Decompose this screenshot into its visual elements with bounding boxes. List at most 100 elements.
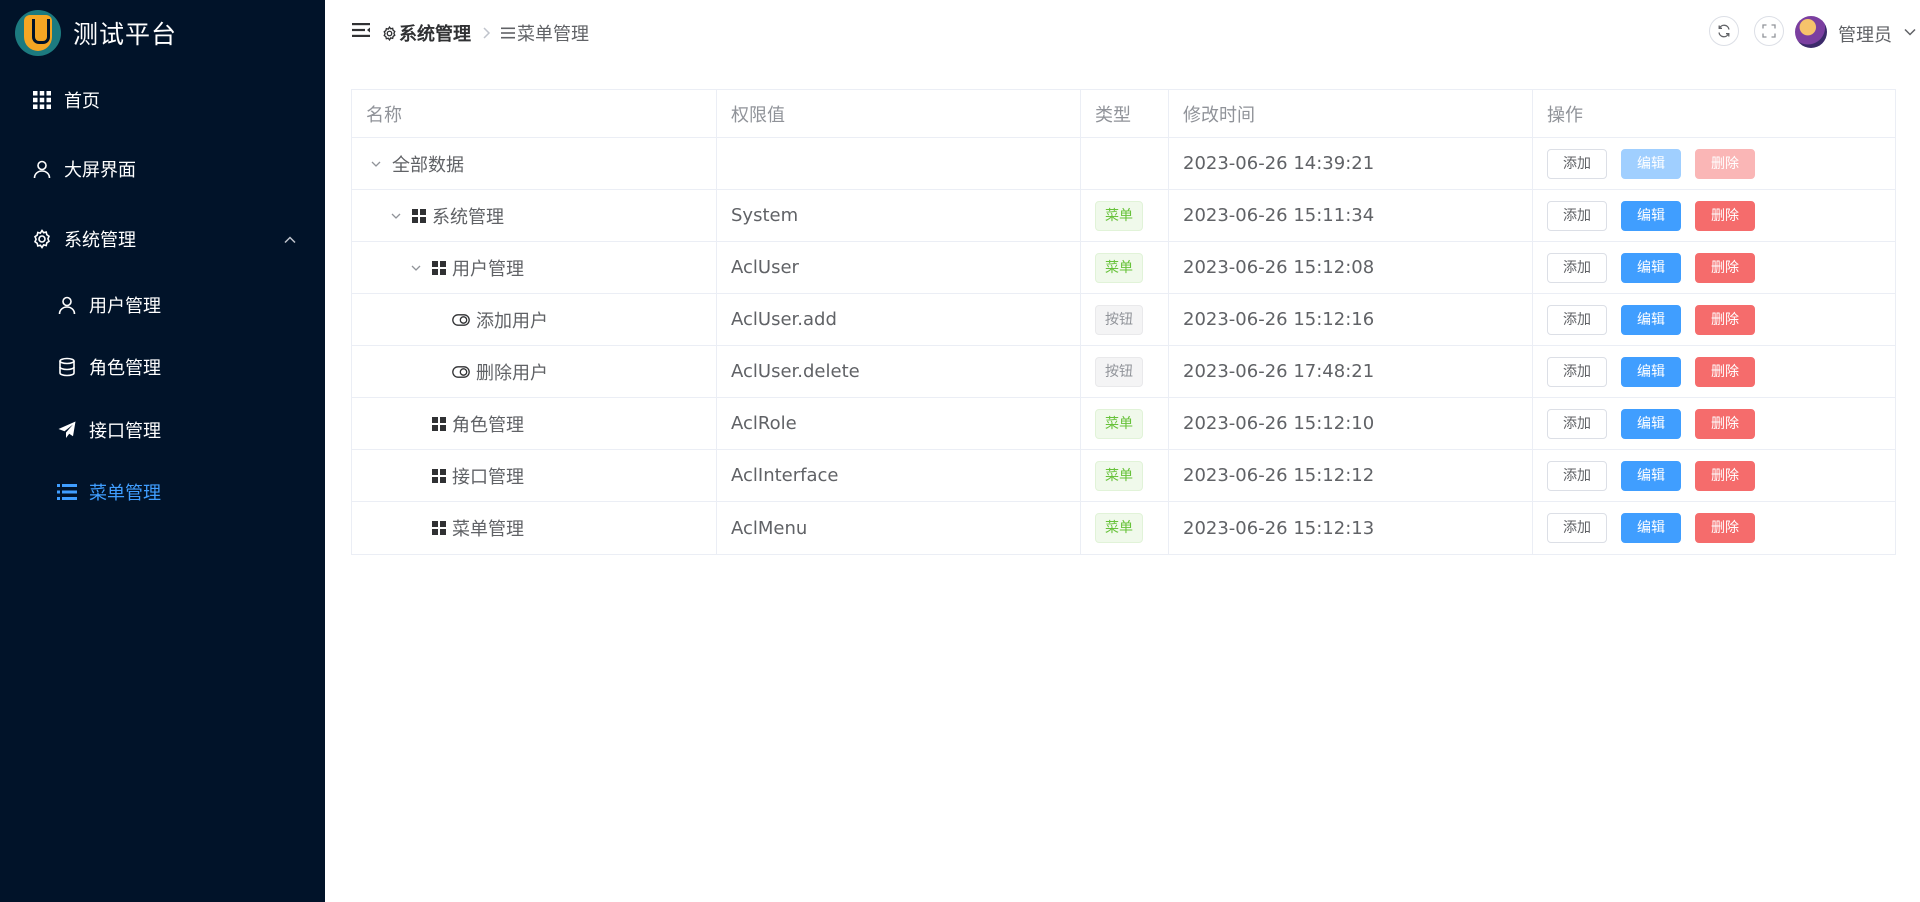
add-button[interactable]: 添加 bbox=[1547, 200, 1607, 231]
delete-button[interactable]: 删除 bbox=[1695, 200, 1755, 231]
sidebar-item-interfaces[interactable]: 接口管理 bbox=[0, 402, 325, 458]
gear-icon bbox=[382, 25, 397, 41]
row-name: 角色管理 bbox=[452, 414, 524, 436]
expand-chevron-icon[interactable] bbox=[406, 262, 426, 274]
add-button[interactable]: 添加 bbox=[1547, 408, 1607, 439]
actions-cell: 添加 编辑 删除 bbox=[1533, 502, 1895, 554]
add-button[interactable]: 添加 bbox=[1547, 460, 1607, 491]
table-row: 用户管理 AclUser 菜单 2023-06-26 15:12:08 添加 编… bbox=[352, 242, 1895, 294]
sidebar-item-roles[interactable]: 角色管理 bbox=[0, 339, 325, 395]
sidebar-item-dashboard[interactable]: 大屏界面 bbox=[0, 141, 325, 197]
permission-cell: AclInterface bbox=[717, 450, 1081, 501]
delete-button[interactable]: 删除 bbox=[1695, 460, 1755, 491]
user-icon bbox=[30, 157, 54, 181]
app-logo[interactable]: 测试平台 bbox=[15, 8, 177, 58]
sidebar-item-system[interactable]: 系统管理 bbox=[0, 211, 325, 267]
edit-button[interactable]: 编辑 bbox=[1621, 200, 1681, 231]
avatar[interactable] bbox=[1795, 16, 1827, 48]
actions-cell: 添加 编辑 删除 bbox=[1533, 138, 1895, 189]
sidebar-item-label: 首页 bbox=[64, 91, 100, 112]
delete-button[interactable]: 删除 bbox=[1695, 356, 1755, 387]
add-button[interactable]: 添加 bbox=[1547, 513, 1607, 543]
breadcrumb-item[interactable]: 系统管理 bbox=[399, 20, 471, 46]
column-header-modified-time: 修改时间 bbox=[1169, 90, 1533, 137]
table-row: 菜单管理 AclMenu 菜单 2023-06-26 15:12:13 添加 编… bbox=[352, 502, 1895, 554]
add-button[interactable]: 添加 bbox=[1547, 252, 1607, 283]
actions-cell: 添加 编辑 删除 bbox=[1533, 242, 1895, 293]
delete-button[interactable]: 删除 bbox=[1695, 513, 1755, 543]
sidebar-item-label: 大屏界面 bbox=[64, 160, 136, 181]
refresh-icon bbox=[1717, 24, 1731, 38]
time-cell: 2023-06-26 15:12:12 bbox=[1169, 450, 1533, 501]
time-cell: 2023-06-26 15:12:13 bbox=[1169, 502, 1533, 554]
user-name[interactable]: 管理员 bbox=[1838, 21, 1892, 47]
name-wrap: 添加用户 bbox=[366, 307, 548, 333]
type-cell: 菜单 bbox=[1081, 398, 1169, 449]
sidebar-item-menus[interactable]: 菜单管理 bbox=[0, 464, 325, 520]
row-name: 全部数据 bbox=[392, 154, 464, 176]
delete-button[interactable]: 删除 bbox=[1695, 252, 1755, 283]
name-wrap: 系统管理 bbox=[366, 203, 504, 229]
type-cell: 按钮 bbox=[1081, 294, 1169, 345]
list-icon bbox=[501, 27, 515, 39]
column-header-permission: 权限值 bbox=[717, 90, 1081, 137]
edit-button[interactable]: 编辑 bbox=[1621, 252, 1681, 283]
add-button[interactable]: 添加 bbox=[1547, 148, 1607, 179]
type-tag: 按钮 bbox=[1095, 356, 1143, 387]
edit-button[interactable]: 编辑 bbox=[1621, 356, 1681, 387]
name-wrap: 角色管理 bbox=[366, 411, 524, 437]
delete-button[interactable]: 删除 bbox=[1695, 304, 1755, 335]
breadcrumb-separator-icon bbox=[481, 23, 491, 44]
name-cell: 用户管理 bbox=[352, 242, 717, 293]
gear-icon bbox=[30, 227, 54, 251]
row-name: 删除用户 bbox=[476, 362, 548, 384]
edit-button[interactable]: 编辑 bbox=[1621, 408, 1681, 439]
table-row: 角色管理 AclRole 菜单 2023-06-26 15:12:10 添加 编… bbox=[352, 398, 1895, 450]
time-cell: 2023-06-26 15:12:10 bbox=[1169, 398, 1533, 449]
add-button[interactable]: 添加 bbox=[1547, 356, 1607, 387]
menu-grid-icon bbox=[432, 468, 446, 483]
time-cell: 2023-06-26 14:39:21 bbox=[1169, 138, 1533, 189]
chevron-down-icon[interactable] bbox=[1903, 24, 1917, 43]
delete-button[interactable]: 删除 bbox=[1695, 408, 1755, 439]
edit-button[interactable]: 编辑 bbox=[1621, 513, 1681, 543]
collapse-menu-icon[interactable] bbox=[352, 22, 370, 42]
breadcrumb-item: 菜单管理 bbox=[517, 24, 589, 45]
fullscreen-icon bbox=[1762, 24, 1776, 38]
menu-grid-icon bbox=[432, 416, 446, 431]
add-button[interactable]: 添加 bbox=[1547, 304, 1607, 335]
top-header: 系统管理 菜单管理 管理员 bbox=[325, 0, 1920, 66]
sidebar-item-label: 角色管理 bbox=[89, 358, 161, 379]
actions-cell: 添加 编辑 删除 bbox=[1533, 294, 1895, 345]
logo-icon bbox=[15, 10, 61, 56]
edit-button[interactable]: 编辑 bbox=[1621, 460, 1681, 491]
column-header-actions: 操作 bbox=[1547, 104, 1583, 126]
send-icon bbox=[55, 418, 79, 442]
name-cell: 删除用户 bbox=[352, 346, 717, 397]
table-row: 删除用户 AclUser.delete 按钮 2023-06-26 17:48:… bbox=[352, 346, 1895, 398]
type-tag: 菜单 bbox=[1095, 408, 1143, 439]
row-name: 接口管理 bbox=[452, 466, 524, 488]
expand-chevron-icon[interactable] bbox=[386, 210, 406, 222]
table-header-row: 名称 权限值 类型 修改时间 操作 bbox=[352, 90, 1895, 138]
row-name: 用户管理 bbox=[452, 258, 524, 280]
sidebar-item-home[interactable]: 首页 bbox=[0, 72, 325, 128]
expand-chevron-icon[interactable] bbox=[366, 158, 386, 170]
sidebar-item-users[interactable]: 用户管理 bbox=[0, 277, 325, 333]
sidebar-item-label: 用户管理 bbox=[89, 296, 161, 317]
edit-button[interactable]: 编辑 bbox=[1621, 304, 1681, 335]
fullscreen-button[interactable] bbox=[1754, 16, 1784, 46]
name-cell: 系统管理 bbox=[352, 190, 717, 241]
type-tag: 菜单 bbox=[1095, 460, 1143, 491]
column-header-type: 类型 bbox=[1081, 90, 1169, 137]
refresh-button[interactable] bbox=[1709, 16, 1739, 46]
delete-button[interactable]: 删除 bbox=[1695, 148, 1755, 179]
time-cell: 2023-06-26 15:11:34 bbox=[1169, 190, 1533, 241]
sidebar-item-label: 接口管理 bbox=[89, 421, 161, 442]
table-row: 接口管理 AclInterface 菜单 2023-06-26 15:12:12… bbox=[352, 450, 1895, 502]
type-cell: 菜单 bbox=[1081, 190, 1169, 241]
sidebar: 测试平台 首页 大屏界面 系统管理 用户管理 角色管理 接口管理 菜单管理 bbox=[0, 0, 325, 902]
time-cell: 2023-06-26 17:48:21 bbox=[1169, 346, 1533, 397]
row-name: 添加用户 bbox=[476, 310, 548, 332]
edit-button[interactable]: 编辑 bbox=[1621, 148, 1681, 179]
